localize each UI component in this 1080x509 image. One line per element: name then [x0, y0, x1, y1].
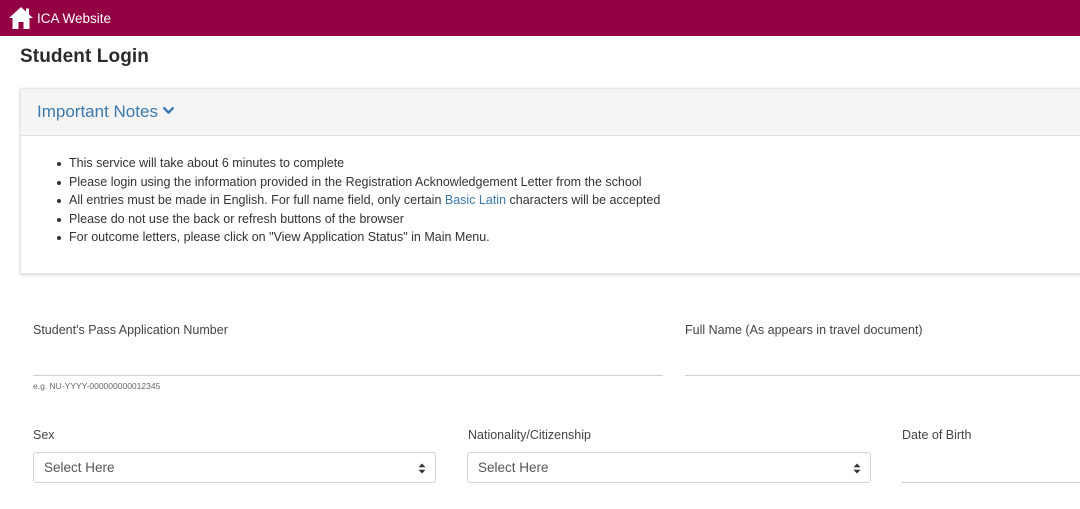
page-title: Student Login: [20, 46, 149, 67]
notes-list: This service will take about 6 minutes t…: [21, 136, 1080, 247]
note-text: All entries must be made in English. For…: [69, 193, 445, 208]
application-number-hint: e.g. NU-YYYY-000000000012345: [33, 381, 161, 391]
note-item: This service will take about 6 minutes t…: [57, 154, 1080, 173]
important-notes-toggle[interactable]: Important Notes: [21, 89, 1080, 136]
nationality-select-value: Select Here: [478, 460, 549, 475]
home-icon: [9, 7, 33, 29]
date-of-birth-label: Date of Birth: [902, 428, 972, 442]
note-item: Please login using the information provi…: [57, 173, 1080, 192]
nationality-select[interactable]: Select Here: [467, 452, 871, 483]
note-item: All entries must be made in English. For…: [57, 191, 1080, 210]
chevron-down-icon: [162, 107, 174, 114]
full-name-input[interactable]: [685, 346, 1080, 376]
note-item: Please do not use the back or refresh bu…: [57, 210, 1080, 229]
sort-arrows-icon: [853, 463, 861, 474]
full-name-label: Full Name (As appears in travel document…: [685, 323, 923, 337]
note-text: characters will be accepted: [506, 193, 661, 208]
date-of-birth-input[interactable]: [902, 453, 1080, 483]
sex-select[interactable]: Select Here: [33, 452, 436, 483]
important-notes-panel: Important Notes This service will take a…: [20, 88, 1080, 274]
top-navigation-bar: ICA Website: [0, 0, 1080, 36]
home-link[interactable]: ICA Website: [0, 0, 111, 36]
basic-latin-link[interactable]: Basic Latin: [445, 193, 506, 207]
sort-arrows-icon: [418, 463, 426, 474]
important-notes-title: Important Notes: [37, 102, 158, 121]
application-number-input[interactable]: [33, 346, 663, 376]
sex-select-value: Select Here: [44, 460, 115, 475]
note-item: For outcome letters, please click on "Vi…: [57, 228, 1080, 247]
sex-label: Sex: [33, 428, 55, 442]
application-number-label: Student's Pass Application Number: [33, 323, 228, 337]
site-name: ICA Website: [37, 10, 112, 26]
nationality-label: Nationality/Citizenship: [468, 428, 591, 442]
